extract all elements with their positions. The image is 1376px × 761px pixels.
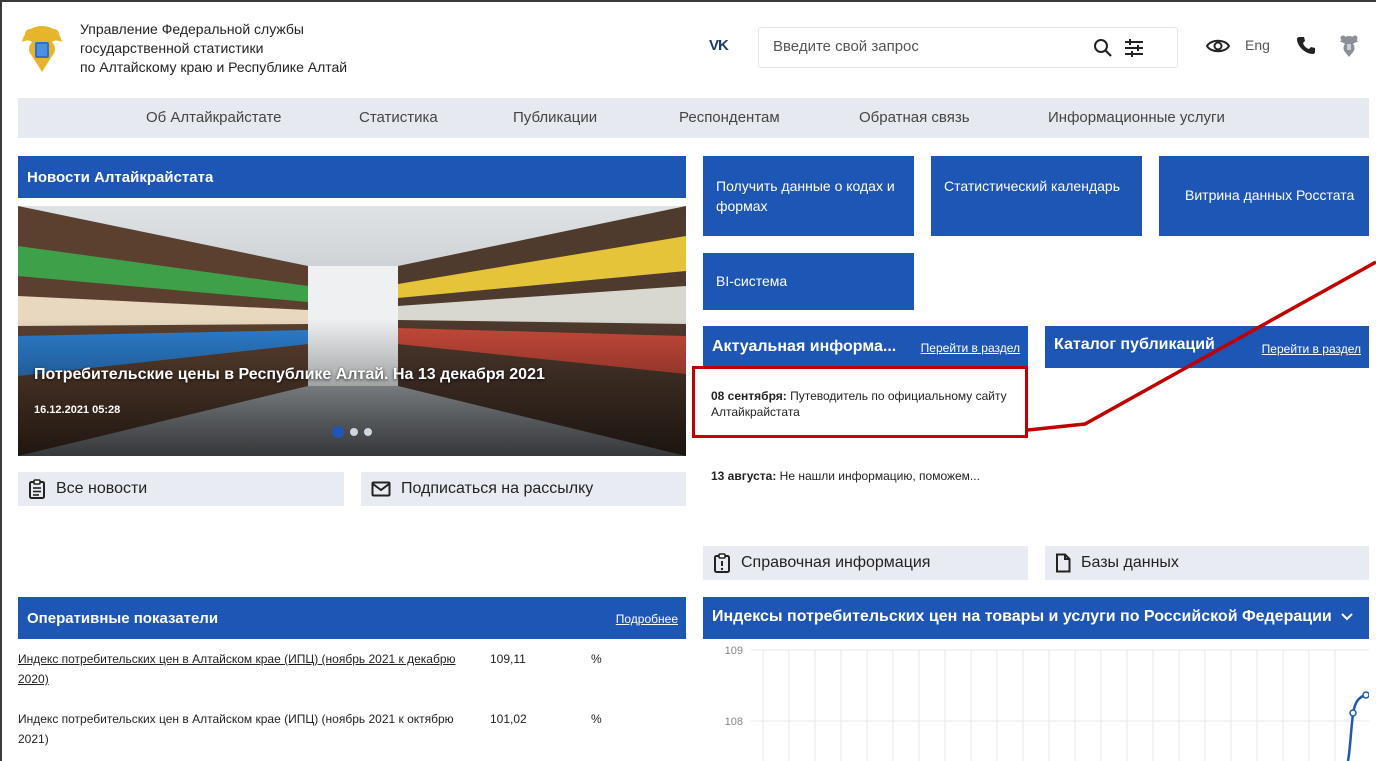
slide-image <box>18 206 686 456</box>
language-switch[interactable]: Eng <box>1245 37 1270 53</box>
cpi-point <box>1362 691 1370 699</box>
catalog-title: Каталог публикаций <box>1054 336 1215 353</box>
vk-icon[interactable]: VK <box>709 37 729 54</box>
tile-stat-calendar[interactable]: Статистический календарь <box>931 156 1142 236</box>
y-tick-label: 109 <box>725 645 743 657</box>
operative-indicators-title: Оперативные показатели <box>27 610 219 627</box>
search-input[interactable] <box>773 38 1073 55</box>
indicator-name: Индекс потребительских цен в Алтайском к… <box>18 712 454 746</box>
main-navigation: Об Алтайкрайстате Статистика Публикации … <box>18 98 1369 138</box>
nav-item-statistics[interactable]: Статистика <box>359 109 438 126</box>
nav-item-feedback[interactable]: Обратная связь <box>859 109 970 126</box>
search-box <box>758 27 1178 68</box>
subscribe-button[interactable]: Подписаться на рассылку <box>361 472 686 506</box>
indicator-unit: % <box>591 652 602 666</box>
coat-of-arms-icon[interactable] <box>1336 33 1362 59</box>
slider-pagination <box>332 426 372 438</box>
tile-codes-forms[interactable]: Получить данные о кодах и формах <box>703 156 914 236</box>
operative-indicators-header: Оперативные показатели Подробнее <box>18 597 686 639</box>
news-slider[interactable]: Потребительские цены в Республике Алтай.… <box>18 206 686 456</box>
chevron-down-icon[interactable] <box>1341 612 1353 622</box>
slider-dot[interactable] <box>364 428 372 436</box>
reference-info-button[interactable]: Справочная информация <box>703 546 1028 580</box>
actual-info-more-link[interactable]: Перейти в раздел <box>921 341 1020 355</box>
cpi-chart-title: Индексы потребительских цен на товары и … <box>712 608 1332 625</box>
actual-info-title: Актуальная информа... <box>712 338 897 355</box>
slide-date: 16.12.2021 05:28 <box>34 404 121 416</box>
search-icon[interactable] <box>1092 37 1114 59</box>
document-icon <box>1056 553 1071 573</box>
indicator-name-link[interactable]: Индекс потребительских цен в Алтайском к… <box>18 649 468 689</box>
slider-dot-active[interactable] <box>332 426 344 438</box>
databases-button[interactable]: Базы данных <box>1045 546 1369 580</box>
indicator-unit: % <box>591 712 602 726</box>
cpi-chart: 109 108 <box>703 639 1370 761</box>
all-news-button[interactable]: Все новости <box>18 472 344 506</box>
news-panel-title: Новости Алтайкрайстата <box>27 169 214 186</box>
indicator-value: 101,02 <box>490 712 527 726</box>
y-tick-label: 108 <box>725 716 743 728</box>
actual-news-item[interactable]: 13 августа: Не нашли информацию, поможем… <box>711 468 1031 484</box>
site-header: Управление Федеральной службы государств… <box>0 0 1376 94</box>
tile-rosstat-showcase[interactable]: Витрина данных Росстата <box>1159 156 1369 236</box>
phone-icon[interactable] <box>1296 35 1316 55</box>
nav-item-publications[interactable]: Публикации <box>513 109 597 126</box>
slider-dot[interactable] <box>350 428 358 436</box>
all-news-label: Все новости <box>56 480 148 497</box>
nav-item-about[interactable]: Об Алтайкрайстате <box>146 109 282 126</box>
cpi-chart-header[interactable]: Индексы потребительских цен на товары и … <box>703 597 1369 639</box>
organization-name[interactable]: Управление Федеральной службы государств… <box>80 20 347 77</box>
nav-item-respondents[interactable]: Респондентам <box>679 109 780 126</box>
actual-info-header: Актуальная информа... Перейти в раздел <box>703 326 1028 368</box>
databases-label: Базы данных <box>1081 554 1179 571</box>
org-line-3: по Алтайскому краю и Республике Алтай <box>80 59 348 75</box>
catalog-header: Каталог публикаций Перейти в раздел <box>1045 326 1369 368</box>
news-item-text: Не нашли информацию, поможем... <box>776 469 980 483</box>
accessibility-eye-icon[interactable] <box>1206 37 1230 55</box>
chart-grid <box>751 649 1369 761</box>
nav-item-info-services[interactable]: Информационные услуги <box>1048 109 1225 126</box>
clipboard-icon <box>29 479 45 499</box>
reference-info-label: Справочная информация <box>741 554 931 571</box>
clipboard-alert-icon <box>714 553 730 573</box>
news-item-date: 13 августа: <box>711 469 777 483</box>
cpi-series-line <box>1346 693 1367 761</box>
tile-bi-system[interactable]: BI-система <box>703 253 914 310</box>
filter-settings-icon[interactable] <box>1123 37 1145 59</box>
catalog-more-link[interactable]: Перейти в раздел <box>1262 342 1361 356</box>
operative-more-link[interactable]: Подробнее <box>616 612 678 626</box>
org-line-2: государственной статистики <box>80 40 264 56</box>
indicator-value: 109,11 <box>490 652 526 666</box>
slide-title[interactable]: Потребительские цены в Республике Алтай.… <box>34 366 545 384</box>
rosstat-logo-icon[interactable] <box>18 22 66 76</box>
news-panel-header: Новости Алтайкрайстата <box>18 156 686 198</box>
cpi-chart-plot: 109 108 <box>725 645 1370 761</box>
cpi-point <box>1349 709 1357 717</box>
envelope-icon <box>371 481 391 497</box>
subscribe-label: Подписаться на рассылку <box>401 480 594 497</box>
org-line-1: Управление Федеральной службы <box>80 21 304 37</box>
annotation-highlight-box <box>692 366 1028 438</box>
